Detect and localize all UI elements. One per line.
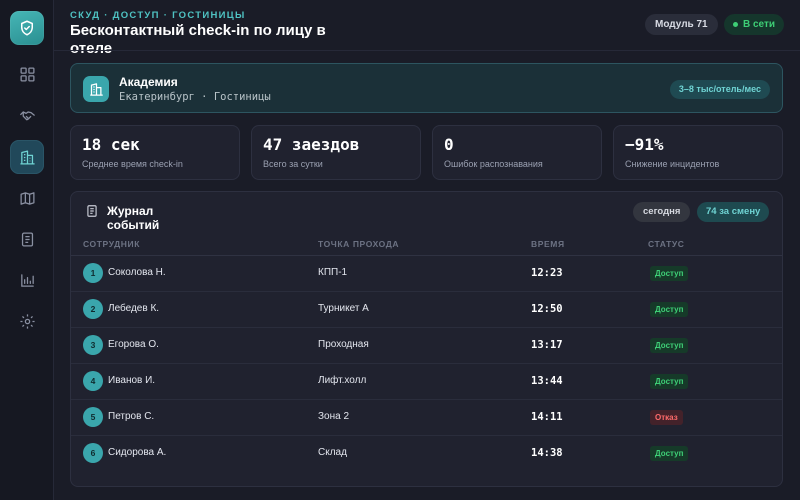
map-icon [19, 191, 35, 205]
event-time: 14:11 [531, 411, 563, 423]
event-time: 14:38 [531, 447, 563, 459]
event-log-panel: Журнал событий сегодня 74 за смену СОТРУ… [70, 191, 783, 487]
event-time: 12:50 [531, 303, 563, 315]
status-dot-icon [733, 22, 738, 27]
handshake-icon [19, 110, 35, 120]
stat-card-incident-reduction: −91% Снижение инцидентов [613, 125, 783, 180]
access-point: КПП-1 [318, 267, 348, 278]
date-filter-chip[interactable]: сегодня [633, 202, 691, 222]
employee-name: Сидорова А. [108, 447, 167, 458]
sidebar [0, 0, 54, 500]
pricing-badge: 3–8 тыс/отель/мес [669, 80, 770, 99]
nav-hotels[interactable] [10, 140, 44, 174]
row-number-badge: 5 [83, 407, 103, 427]
employee-name: Егорова О. [108, 339, 159, 350]
row-number-badge: 3 [83, 335, 103, 355]
stat-label: Ошибок распознавания [444, 159, 543, 169]
status-badge: Доступ [650, 302, 689, 317]
stat-value: 47 заездов [263, 135, 360, 154]
status-badge: Доступ [650, 266, 689, 281]
nav-dashboard[interactable] [10, 57, 44, 91]
stat-label: Снижение инцидентов [625, 159, 720, 169]
stat-card-recognition-errors: 0 Ошибок распознавания [432, 125, 602, 180]
status-badge: Доступ [650, 374, 689, 389]
column-header-employee: СОТРУДНИК [83, 239, 141, 249]
app-logo[interactable] [10, 11, 44, 45]
nav-documents[interactable] [10, 222, 44, 256]
document-icon [21, 231, 33, 247]
stat-label: Всего за сутки [263, 159, 323, 169]
access-point: Склад [318, 447, 347, 458]
table-row[interactable]: 6 Сидорова А. Склад 14:38 Доступ [71, 436, 782, 472]
status-badge: Отказ [650, 410, 683, 425]
header-divider [54, 50, 800, 51]
organization-location: Екатеринбург · Гостиницы [119, 91, 271, 103]
column-header-time: ВРЕМЯ [531, 239, 565, 249]
module-badge: Модуль 71 [645, 14, 718, 35]
breadcrumb: СКУД · ДОСТУП · ГОСТИНИЦЫ [70, 10, 246, 21]
organization-icon-badge [83, 76, 109, 102]
page-title: Бесконтактный check-in по лицу в отеле [70, 22, 326, 57]
event-log-title: Журнал событий [107, 204, 160, 232]
dashboard-icon [19, 66, 35, 82]
row-number-badge: 6 [83, 443, 103, 463]
status-badge: Доступ [650, 338, 689, 353]
organization-name: Академия [119, 75, 178, 89]
access-point: Лифт.холл [318, 375, 367, 386]
stat-value: −91% [625, 135, 664, 154]
row-number-badge: 2 [83, 299, 103, 319]
stat-value: 18 сек [82, 135, 140, 154]
table-row[interactable]: 1 Соколова Н. КПП-1 12:23 Доступ [71, 256, 782, 292]
column-header-status: СТАТУС [648, 239, 685, 249]
building-icon [19, 149, 35, 165]
organization-card[interactable]: Академия Екатеринбург · Гостиницы 3–8 ты… [70, 63, 783, 113]
employee-name: Иванов И. [108, 375, 156, 386]
employee-name: Петров С. [108, 411, 155, 422]
access-point: Проходная [318, 339, 369, 350]
event-time: 13:17 [531, 339, 563, 351]
shift-count-badge: 74 за смену [697, 202, 770, 222]
stat-card-checkins-total: 47 заездов Всего за сутки [251, 125, 421, 180]
bar-chart-icon [20, 273, 34, 287]
status-badge: Доступ [650, 446, 689, 461]
stat-value: 0 [444, 135, 454, 154]
row-number-badge: 1 [83, 263, 103, 283]
employee-name: Лебедев К. [108, 303, 160, 314]
table-row[interactable]: 4 Иванов И. Лифт.холл 13:44 Доступ [71, 364, 782, 400]
building-icon [89, 82, 103, 96]
stat-card-checkin-time: 18 сек Среднее время check-in [70, 125, 240, 180]
nav-settings[interactable] [10, 304, 44, 338]
table-row[interactable]: 3 Егорова О. Проходная 13:17 Доступ [71, 328, 782, 364]
nav-map[interactable] [10, 181, 44, 215]
nav-analytics[interactable] [10, 263, 44, 297]
nav-partners[interactable] [10, 98, 44, 132]
employee-name: Соколова Н. [108, 267, 166, 278]
access-point: Турникет А [318, 303, 369, 314]
online-status-badge: В сети [724, 14, 785, 35]
online-status-label: В сети [743, 19, 776, 30]
table-row[interactable]: 2 Лебедев К. Турникет А 12:50 Доступ [71, 292, 782, 328]
event-time: 13:44 [531, 375, 563, 387]
table-row[interactable]: 5 Петров С. Зона 2 14:11 Отказ [71, 400, 782, 436]
gear-icon [19, 313, 35, 329]
access-point: Зона 2 [318, 411, 350, 422]
stat-label: Среднее время check-in [82, 159, 183, 169]
event-time: 12:23 [531, 267, 563, 279]
shield-check-icon [21, 20, 33, 36]
document-icon [87, 205, 97, 217]
row-number-badge: 4 [83, 371, 103, 391]
column-header-access-point: ТОЧКА ПРОХОДА [318, 239, 400, 249]
